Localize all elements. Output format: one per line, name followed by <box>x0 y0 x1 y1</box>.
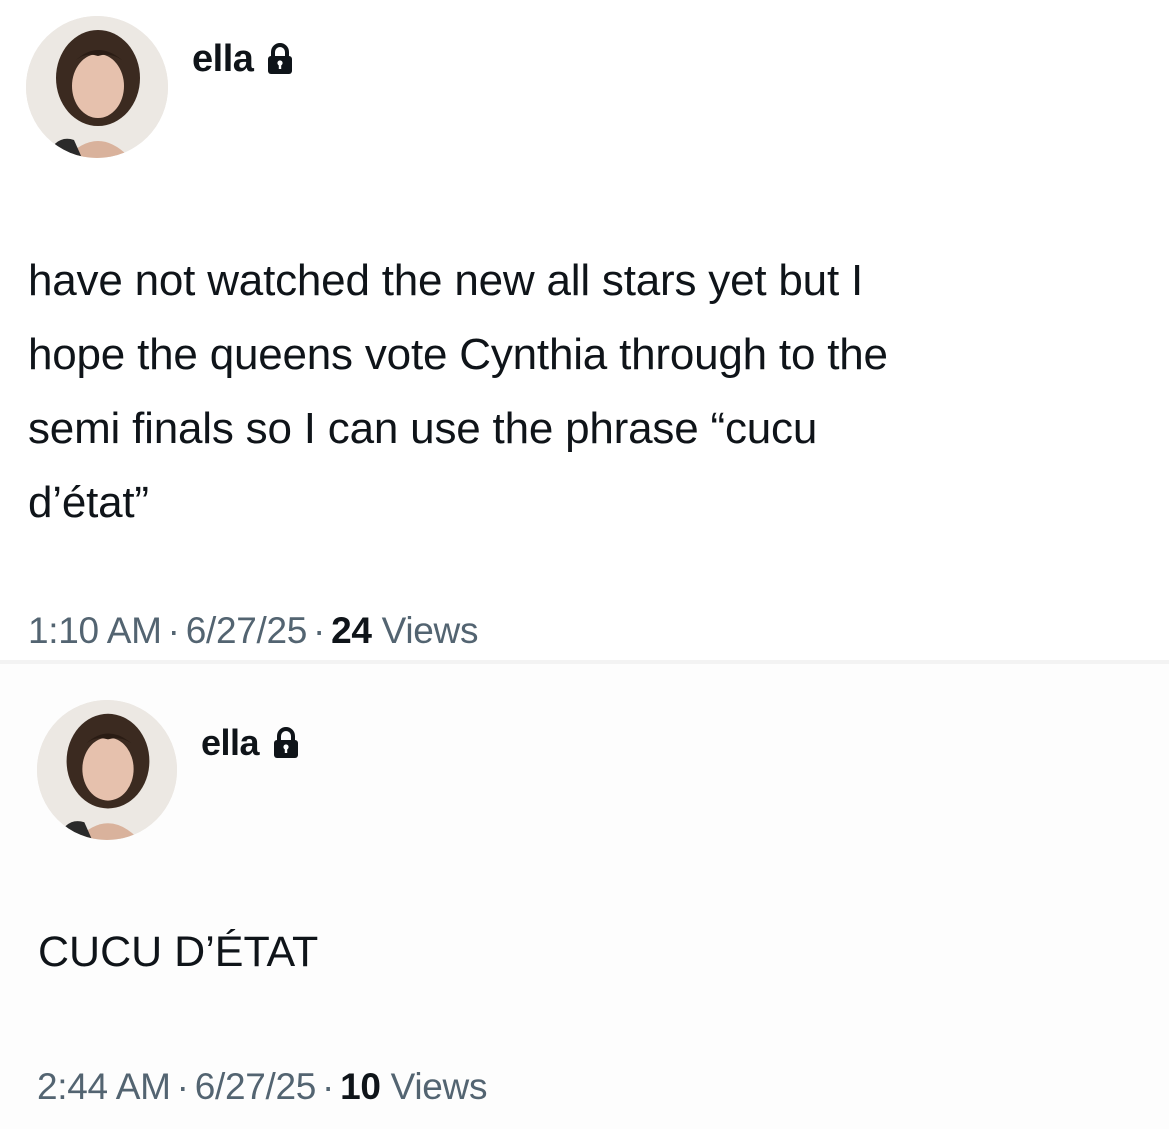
avatar-image <box>26 16 168 158</box>
separator: · <box>313 610 326 651</box>
views-count: 24 <box>331 610 372 651</box>
user-row: ella <box>192 36 295 82</box>
separator: · <box>322 1066 335 1107</box>
tweet-text: CUCU D’ÉTAT <box>38 928 319 976</box>
tweet-date[interactable]: 6/27/25 <box>186 610 308 651</box>
tweet-meta: 2:44 AM · 6/27/25 · 10 Views <box>37 1066 487 1108</box>
separator: · <box>176 1066 189 1107</box>
tweet-meta: 1:10 AM · 6/27/25 · 24 Views <box>28 610 478 652</box>
separator: · <box>167 610 180 651</box>
avatar-image <box>37 700 177 840</box>
tweet-time[interactable]: 2:44 AM <box>37 1066 171 1107</box>
views-count: 10 <box>340 1066 381 1107</box>
user-row: ella <box>201 720 301 766</box>
lock-icon <box>271 726 301 760</box>
tweet-text: have not watched the new all stars yet b… <box>28 256 888 527</box>
views-label: Views <box>390 1066 488 1107</box>
username[interactable]: ella <box>192 36 254 82</box>
tweet-date[interactable]: 6/27/25 <box>195 1066 317 1107</box>
tweet-2: ella CUCU D’ÉTAT 2:44 AM · 6/27/25 · 10 View… <box>0 664 1169 1129</box>
tweet-time[interactable]: 1:10 AM <box>28 610 162 651</box>
tweet-1: ella have not watched the new all stars … <box>0 0 1169 664</box>
avatar[interactable] <box>37 700 177 840</box>
avatar[interactable] <box>26 16 168 158</box>
username[interactable]: ella <box>201 720 260 766</box>
lock-icon <box>265 42 295 76</box>
views-label: Views <box>381 610 479 651</box>
